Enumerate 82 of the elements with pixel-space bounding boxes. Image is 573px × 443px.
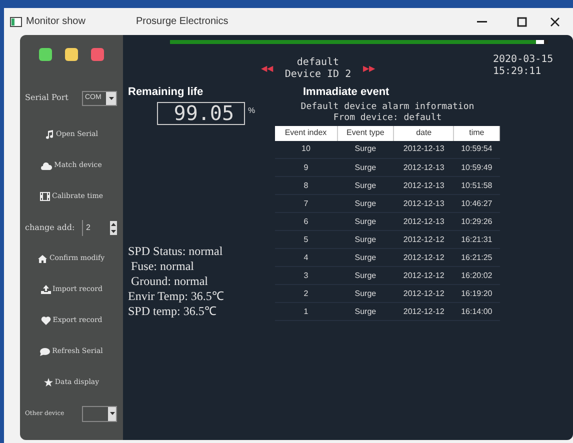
table-cell: 10:59:54 xyxy=(461,144,492,154)
column-header[interactable]: time xyxy=(454,126,500,140)
section-title: Immadiate event xyxy=(303,85,390,100)
spin-arrows-icon[interactable] xyxy=(110,220,117,234)
device-name: default xyxy=(296,57,340,69)
heart-icon xyxy=(40,316,51,325)
caret-icon xyxy=(108,96,114,100)
table-cell: 2012-12-12 xyxy=(403,234,444,244)
table-cell: Surge xyxy=(354,162,376,172)
section-title: Remaining life xyxy=(128,85,204,100)
table-cell: 5 xyxy=(304,234,308,244)
table-cell: 8 xyxy=(304,180,308,190)
status-line: Ground: normal xyxy=(130,274,209,288)
previous-button[interactable]: ◀◀ xyxy=(260,63,273,75)
table-cell: 2012-12-12 xyxy=(403,252,444,262)
table-cell: 2012-12-12 xyxy=(403,288,444,298)
unit-label: % xyxy=(248,104,256,116)
table-cell: 10:51:58 xyxy=(461,180,492,190)
speech-bubble-icon xyxy=(40,348,50,356)
info-text: Default device alarm information xyxy=(300,102,474,112)
info-text: From device: default xyxy=(333,112,442,124)
table-cell: Surge xyxy=(354,252,376,262)
table-cell: Surge xyxy=(354,216,376,226)
table-cell: Surge xyxy=(354,270,376,280)
home-icon xyxy=(38,254,48,262)
window-subtitle: Prosurge Electronics xyxy=(136,15,228,29)
field-label: change add: xyxy=(25,222,76,234)
table-cell: 2012-12-13 xyxy=(403,180,444,190)
table-cell: 2 xyxy=(304,288,308,298)
caret-icon xyxy=(110,412,114,415)
status-line: SPD temp: 36.5℃ xyxy=(128,304,218,318)
cloud-icon xyxy=(41,162,52,170)
next-button[interactable]: ▶▶ xyxy=(363,63,376,75)
window-icon xyxy=(10,16,22,26)
table-cell: 7 xyxy=(304,198,308,208)
upload-icon xyxy=(40,285,51,294)
date-text: 2020-03-15 xyxy=(493,54,554,66)
table-cell: 2012-12-12 xyxy=(403,306,444,316)
table-cell: 4 xyxy=(304,252,308,262)
address-spinbox[interactable]: 2 xyxy=(82,220,117,236)
table-cell: 1 xyxy=(304,306,308,316)
field-label: Serial Port xyxy=(25,92,70,104)
table-cell: 10 xyxy=(302,144,310,154)
table-cell: Surge xyxy=(354,306,376,316)
time-text: 15:29:11 xyxy=(493,66,542,78)
table-cell: Surge xyxy=(354,144,376,154)
device-id: Device ID 2 xyxy=(284,69,352,81)
table-cell: 2012-12-13 xyxy=(403,198,444,208)
film-icon xyxy=(40,192,50,201)
table-cell: 16:20:02 xyxy=(461,270,492,280)
table-cell: 3 xyxy=(304,270,308,280)
table-cell: Surge xyxy=(354,288,376,298)
close-icon xyxy=(550,16,560,26)
window-title: Monitor show xyxy=(26,15,86,29)
status-line: SPD Status: normal xyxy=(128,244,224,258)
table-cell: 9 xyxy=(304,162,308,172)
table-cell: Surge xyxy=(354,198,376,208)
column-header[interactable]: Event index xyxy=(275,126,337,140)
star-icon xyxy=(44,378,53,387)
minimize-icon xyxy=(477,20,487,22)
table-cell: 6 xyxy=(304,216,308,226)
table-cell: 10:46:27 xyxy=(461,198,492,208)
table-cell: 2012-12-12 xyxy=(403,270,444,280)
column-header[interactable]: date xyxy=(394,126,454,140)
status-line: Envir Temp: 36.5℃ xyxy=(128,288,225,304)
lcd-display: 99.05 xyxy=(157,102,245,124)
table-cell: Surge xyxy=(354,234,376,244)
table-cell: 2012-12-13 xyxy=(403,216,444,226)
table-cell: 10:29:26 xyxy=(461,216,492,226)
table-cell: 16:21:25 xyxy=(461,252,492,262)
maximize-icon xyxy=(517,16,527,26)
device-dropdown[interactable] xyxy=(82,406,117,422)
table-cell: 16:14:00 xyxy=(461,306,492,316)
table-cell: 2012-12-13 xyxy=(403,144,444,154)
table-cell: 16:19:20 xyxy=(461,288,492,298)
table-cell: 10:59:49 xyxy=(461,162,492,172)
music-icon xyxy=(44,130,54,139)
table-cell: 2012-12-13 xyxy=(403,162,444,172)
status-line: Fuse: normal xyxy=(130,258,195,274)
column-header[interactable]: Event type xyxy=(337,126,394,140)
table-cell: Surge xyxy=(354,180,376,190)
table-cell: 16:21:31 xyxy=(461,234,492,244)
